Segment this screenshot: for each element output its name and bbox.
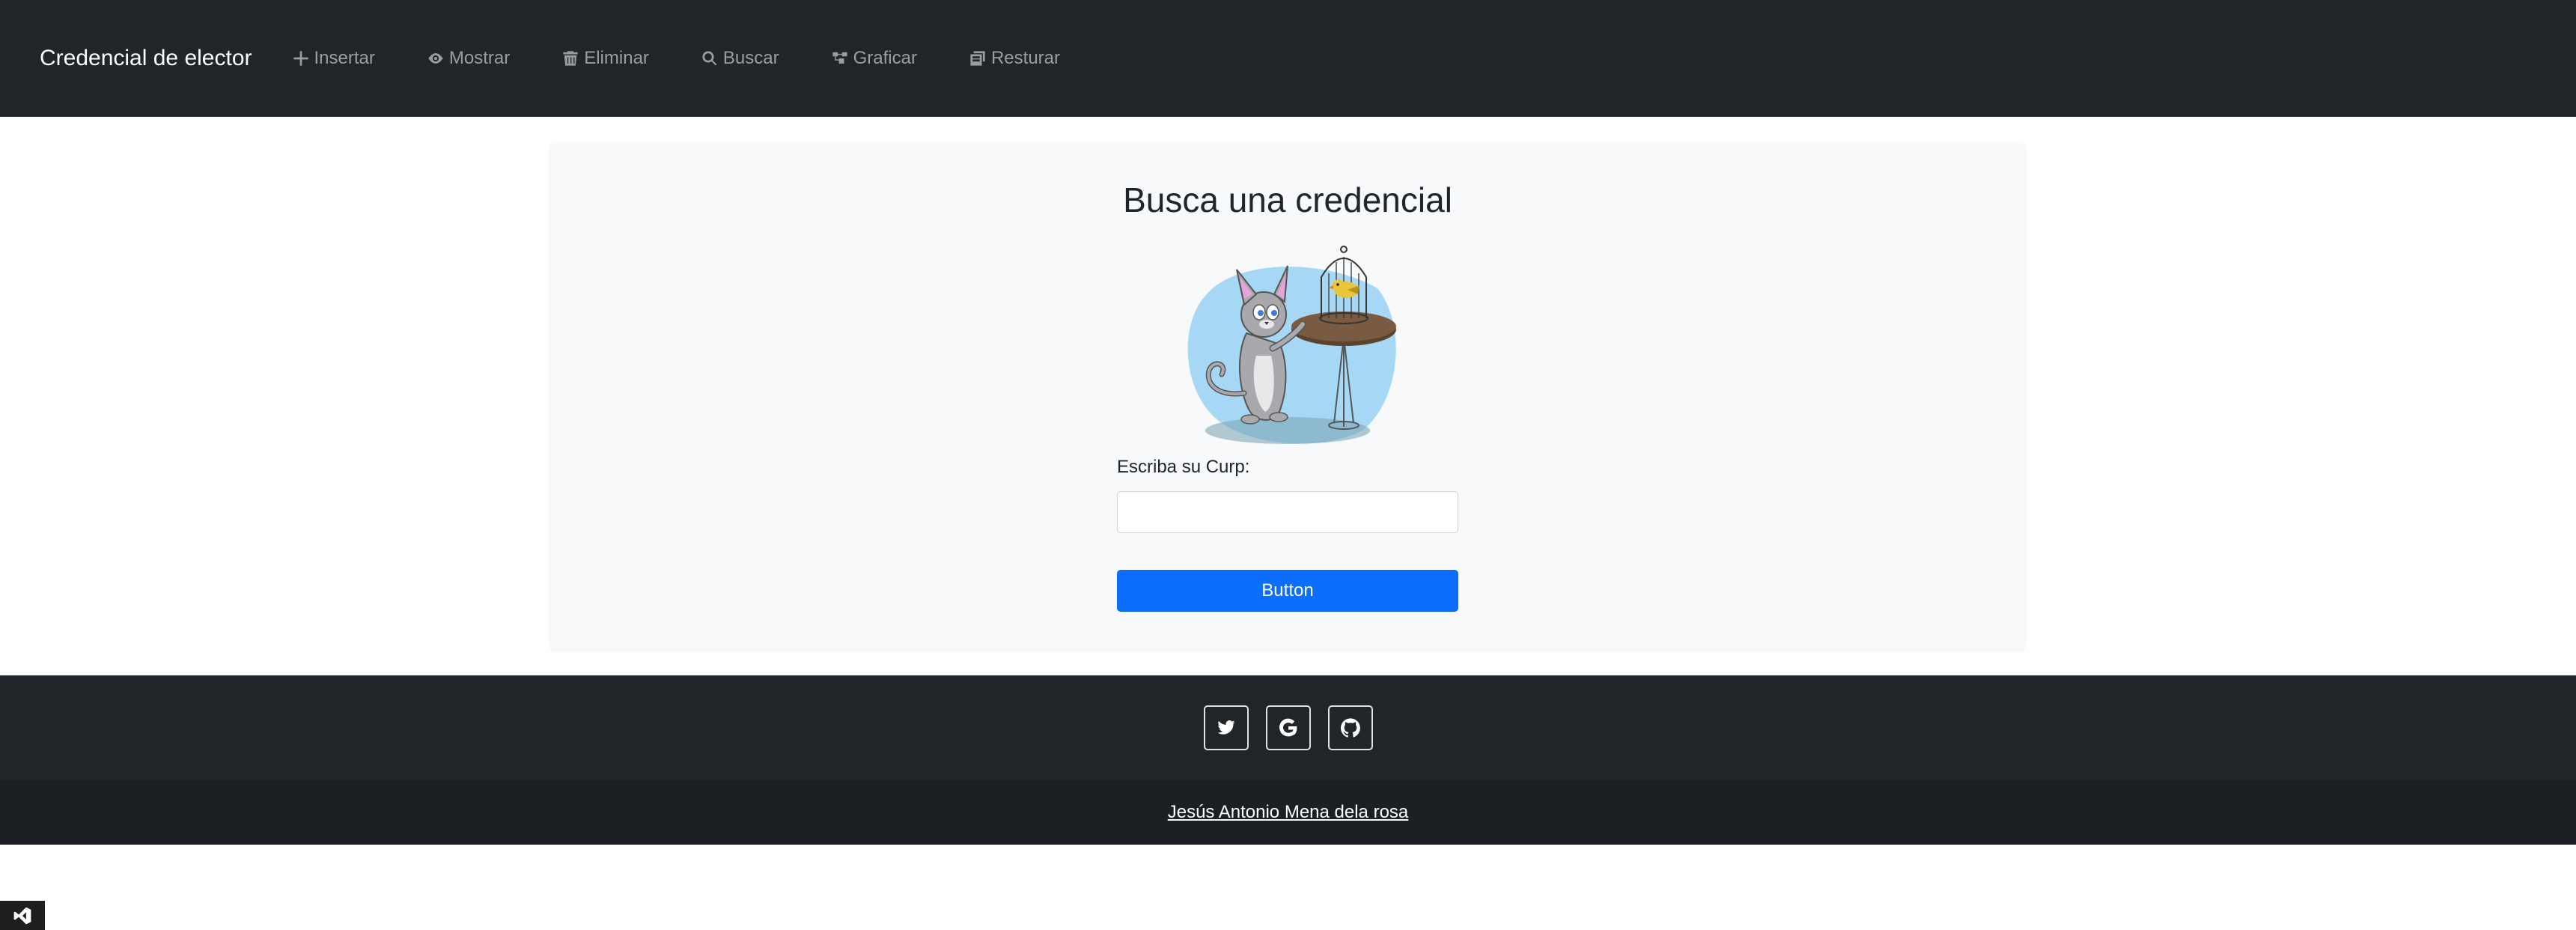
search-card: Busca una credencial Escriba su Curp: Bu… (550, 142, 2025, 649)
trash-icon (563, 51, 578, 66)
nav-item-label: Graficar (853, 48, 917, 68)
browser-link-badge[interactable] (0, 901, 45, 930)
curp-input[interactable] (1117, 491, 1458, 533)
nav-item-insertar[interactable]: Insertar (293, 48, 375, 69)
restore-icon (970, 51, 985, 66)
page-title: Busca una credencial (1123, 180, 1452, 219)
nav-item-eliminar[interactable]: Eliminar (562, 48, 649, 69)
footer-social-bar (0, 675, 2576, 780)
author-link[interactable]: Jesús Antonio Mena dela rosa (1168, 802, 1409, 823)
curp-label: Escriba su Curp: (1117, 457, 1250, 477)
visual-studio-icon (13, 907, 31, 924)
nav-item-label: Insertar (314, 48, 375, 68)
google-icon (1279, 718, 1297, 737)
nav-item-mostrar[interactable]: Mostrar (427, 48, 510, 69)
brand-link[interactable]: Credencial de elector (40, 46, 252, 71)
nav-item-graficar[interactable]: Graficar (832, 48, 917, 69)
cat-and-bird-illustration (1187, 246, 1396, 444)
google-button[interactable] (1265, 705, 1311, 750)
twitter-button[interactable] (1203, 705, 1249, 750)
eye-icon (428, 53, 443, 64)
nav-item-resturar[interactable]: Resturar (969, 48, 1060, 69)
github-icon (1340, 718, 1360, 738)
nav-item-label: Resturar (990, 48, 1060, 68)
search-icon (702, 51, 717, 66)
plus-icon (293, 51, 308, 66)
top-navbar: Credencial de elector Insertar Mostrar E… (0, 0, 2576, 117)
twitter-icon (1217, 720, 1235, 735)
nav-item-label: Mostrar (448, 48, 511, 68)
nav-item-label: Buscar (722, 48, 779, 68)
diagram-icon (832, 52, 847, 64)
search-button[interactable]: Button (1117, 570, 1458, 612)
footer-credit-bar: Jesús Antonio Mena dela rosa (0, 780, 2576, 845)
nav-item-buscar[interactable]: Buscar (701, 48, 779, 69)
github-button[interactable] (1327, 705, 1373, 750)
nav-item-label: Eliminar (584, 48, 649, 68)
